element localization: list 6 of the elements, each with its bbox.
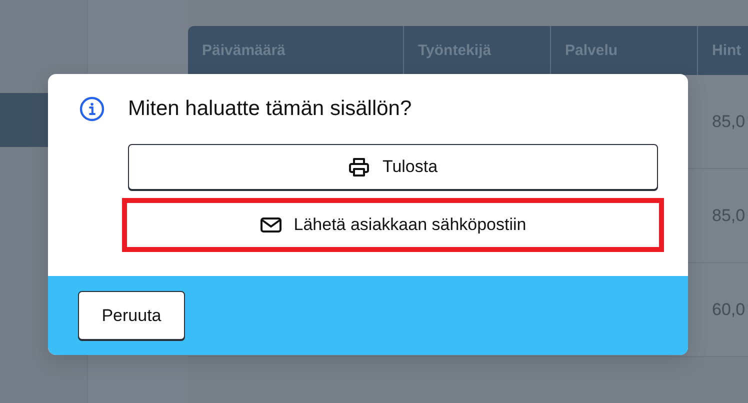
dialog-title: Miten haluatte tämän sisällön? <box>128 97 412 121</box>
info-icon <box>79 96 105 122</box>
option-button[interactable]: Tulosta <box>128 144 658 190</box>
print-icon <box>348 157 370 177</box>
mail-icon <box>260 217 282 233</box>
cancel-button[interactable]: Peruuta <box>78 291 185 340</box>
